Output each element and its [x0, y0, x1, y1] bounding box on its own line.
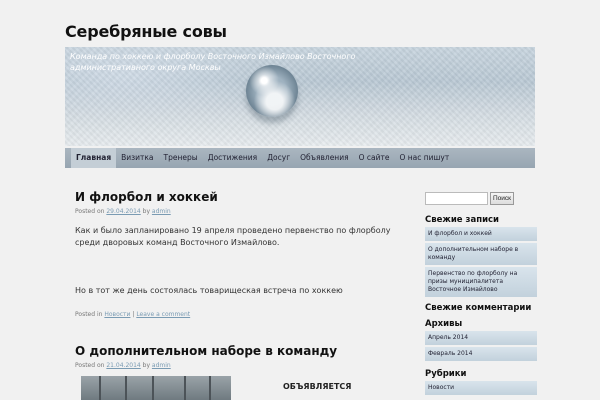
post-meta: Posted on 21.04.2014 by admin	[75, 362, 171, 369]
nav-item-card[interactable]: Визитка	[116, 148, 158, 168]
recent-post-item[interactable]: И флорбол и хоккей	[425, 227, 537, 241]
photo-detail	[125, 376, 127, 400]
post-date-link[interactable]: 29.04.2014	[106, 208, 140, 215]
nav-item-achievements[interactable]: Достижения	[203, 148, 262, 168]
category-link[interactable]: Новости	[104, 311, 130, 318]
post-meta: Posted on 29.04.2014 by admin	[75, 208, 171, 215]
post-paragraph: Как и было запланировано 19 апреля прове…	[75, 226, 391, 247]
photo-detail	[152, 376, 154, 400]
photo-detail	[209, 376, 211, 400]
leave-comment-link[interactable]: Leave a comment	[136, 311, 190, 318]
post-photo	[81, 376, 231, 400]
photo-detail	[99, 376, 101, 400]
post-footer-meta: Posted in Новости | Leave a comment	[75, 311, 191, 318]
search-input[interactable]	[425, 192, 488, 205]
categories-title: Рубрики	[425, 369, 467, 379]
header-banner: Команда по хоккею и флорболу Восточного …	[65, 47, 535, 146]
sidebar: Поиск Свежие записи И флорбол и хоккей О…	[425, 168, 537, 395]
recent-comments-title: Свежие комментарии	[425, 303, 532, 313]
search-form: Поиск	[425, 192, 537, 205]
archive-item[interactable]: Апрель 2014	[425, 331, 537, 345]
recent-post-item[interactable]: Первенство по флорболу на призы муниципа…	[425, 267, 537, 297]
archive-item[interactable]: Февраль 2014	[425, 347, 537, 361]
post-paragraph: Но в тот же день состоялась товарищеская…	[75, 286, 343, 295]
site-description: Команда по хоккею и флорболу Восточного …	[70, 52, 356, 72]
nav-item-announcements[interactable]: Объявления	[295, 148, 353, 168]
main-navigation: Главная Визитка Тренеры Достижения Досуг…	[65, 148, 535, 168]
recent-posts-title: Свежие записи	[425, 215, 500, 225]
search-button[interactable]: Поиск	[490, 192, 514, 205]
main-content: И флорбол и хоккей Posted on 29.04.2014 …	[75, 168, 395, 391]
post-author-link[interactable]: admin	[152, 362, 171, 369]
nav-item-about-site[interactable]: О сайте	[354, 148, 395, 168]
nav-item-home[interactable]: Главная	[71, 148, 117, 168]
post-date-link[interactable]: 21.04.2014	[106, 362, 140, 369]
category-item[interactable]: Новости	[425, 381, 537, 395]
post-title[interactable]: О дополнительном наборе в команду	[75, 344, 395, 358]
nav-item-coaches[interactable]: Тренеры	[159, 148, 203, 168]
page: Серебряные совы Команда по хоккею и флор…	[65, 0, 537, 400]
post-author-link[interactable]: admin	[152, 208, 171, 215]
site-title[interactable]: Серебряные совы	[65, 22, 227, 41]
nav-item-press[interactable]: О нас пишут	[394, 148, 454, 168]
photo-detail	[184, 376, 186, 400]
nav-item-leisure[interactable]: Досуг	[262, 148, 295, 168]
recent-post-item[interactable]: О дополнительном наборе в команду	[425, 243, 537, 265]
announcement-heading: ОБЪЯВЛЯЕТСЯ	[283, 382, 352, 391]
post-title[interactable]: И флорбол и хоккей	[75, 190, 395, 204]
archives-title: Архивы	[425, 319, 463, 329]
